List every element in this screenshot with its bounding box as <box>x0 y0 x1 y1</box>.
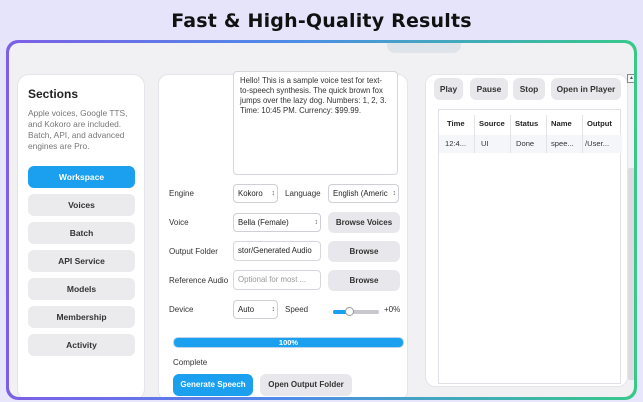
column-header-time[interactable]: Time <box>447 115 471 133</box>
workspace-panel: Hello! This is a sample voice test for t… <box>158 71 408 397</box>
sidebar-item-models[interactable]: Models <box>28 278 135 300</box>
text-input-area[interactable]: Hello! This is a sample voice test for t… <box>233 71 398 175</box>
table-cell-name[interactable]: spee... <box>551 136 581 152</box>
column-divider <box>546 115 547 153</box>
voice-label: Voice <box>169 218 189 227</box>
browse-voices-button[interactable]: Browse Voices <box>328 212 400 233</box>
table-cell-output[interactable]: /User... <box>585 136 619 152</box>
device-select[interactable]: Auto ↕ <box>233 300 278 319</box>
chevron-updown-icon: ↕ <box>271 306 276 313</box>
output-folder-field[interactable]: stor/Generated Audio <box>233 241 321 261</box>
browse-output-button[interactable]: Browse <box>328 241 400 262</box>
sidebar-description: Apple voices, Google TTS, and Kokoro are… <box>28 108 128 151</box>
play-button[interactable]: Play <box>434 78 463 100</box>
sidebar-title: Sections <box>28 87 79 101</box>
sidebar-item-activity[interactable]: Activity <box>28 334 135 356</box>
progress-percent: 100% <box>278 338 299 347</box>
speed-slider-handle[interactable] <box>345 307 355 316</box>
app-window: Sections Apple voices, Google TTS, and K… <box>9 43 634 397</box>
app-frame: Sections Apple voices, Google TTS, and K… <box>6 40 637 400</box>
voice-select[interactable]: Bella (Female) ↕ <box>233 213 321 232</box>
generate-speech-button[interactable]: Generate Speech <box>173 374 253 396</box>
chevron-updown-icon: ↕ <box>392 190 397 197</box>
sidebar-item-batch[interactable]: Batch <box>28 222 135 244</box>
column-divider <box>582 115 583 153</box>
column-divider <box>474 115 475 153</box>
chevron-updown-icon: ↕ <box>314 219 319 226</box>
history-table: Time Source Status Name Output 12:4... U… <box>438 109 622 384</box>
sidebar-item-workspace[interactable]: Workspace <box>28 166 135 188</box>
column-header-status[interactable]: Status <box>515 115 545 133</box>
engine-select-value: Kokoro <box>238 189 263 198</box>
pause-button[interactable]: Pause <box>470 78 508 100</box>
browse-reference-button[interactable]: Browse <box>328 270 400 291</box>
speed-value: +0% <box>384 305 401 314</box>
column-header-output[interactable]: Output <box>587 115 619 133</box>
output-folder-label: Output Folder <box>169 247 218 256</box>
engine-select[interactable]: Kokoro ↕ <box>233 184 278 203</box>
sidebar-item-membership[interactable]: Membership <box>28 306 135 328</box>
sidebar: Sections Apple voices, Google TTS, and K… <box>17 74 145 397</box>
language-label: Language <box>285 189 321 198</box>
device-select-value: Auto <box>238 305 255 314</box>
progress-bar: 100% <box>173 337 404 348</box>
sidebar-item-voices[interactable]: Voices <box>28 194 135 216</box>
scroll-up-icon[interactable]: ▲ <box>627 74 634 83</box>
sidebar-item-api-service[interactable]: API Service <box>28 250 135 272</box>
top-toolbar-stub <box>387 43 461 53</box>
vertical-scrollbar[interactable]: ▲ <box>627 74 634 394</box>
table-cell-time[interactable]: 12:4... <box>445 136 473 152</box>
column-header-name[interactable]: Name <box>551 115 581 133</box>
table-cell-source[interactable]: UI <box>481 136 509 152</box>
speed-label: Speed <box>285 305 309 314</box>
language-select[interactable]: English (Americ ↕ <box>328 184 399 203</box>
language-select-value: English (Americ <box>333 189 388 198</box>
table-cell-status[interactable]: Done <box>516 136 544 152</box>
column-header-source[interactable]: Source <box>479 115 509 133</box>
engine-label: Engine <box>169 189 194 198</box>
speed-slider[interactable] <box>333 307 379 316</box>
headline: Fast & High-Quality Results <box>171 10 472 32</box>
open-in-player-button[interactable]: Open in Player <box>551 78 621 100</box>
scrollbar-thumb[interactable] <box>628 168 634 380</box>
player-panel: Play Pause Stop Open in Player Time Sour… <box>425 74 628 387</box>
reference-audio-field[interactable]: Optional for most ... <box>233 270 321 290</box>
voice-select-value: Bella (Female) <box>238 218 289 227</box>
stop-button[interactable]: Stop <box>513 78 545 100</box>
reference-audio-label: Reference Audio <box>169 276 229 285</box>
device-label: Device <box>169 305 194 314</box>
column-divider <box>510 115 511 153</box>
status-text: Complete <box>173 358 208 367</box>
open-output-folder-button[interactable]: Open Output Folder <box>260 374 352 396</box>
chevron-updown-icon: ↕ <box>271 190 276 197</box>
